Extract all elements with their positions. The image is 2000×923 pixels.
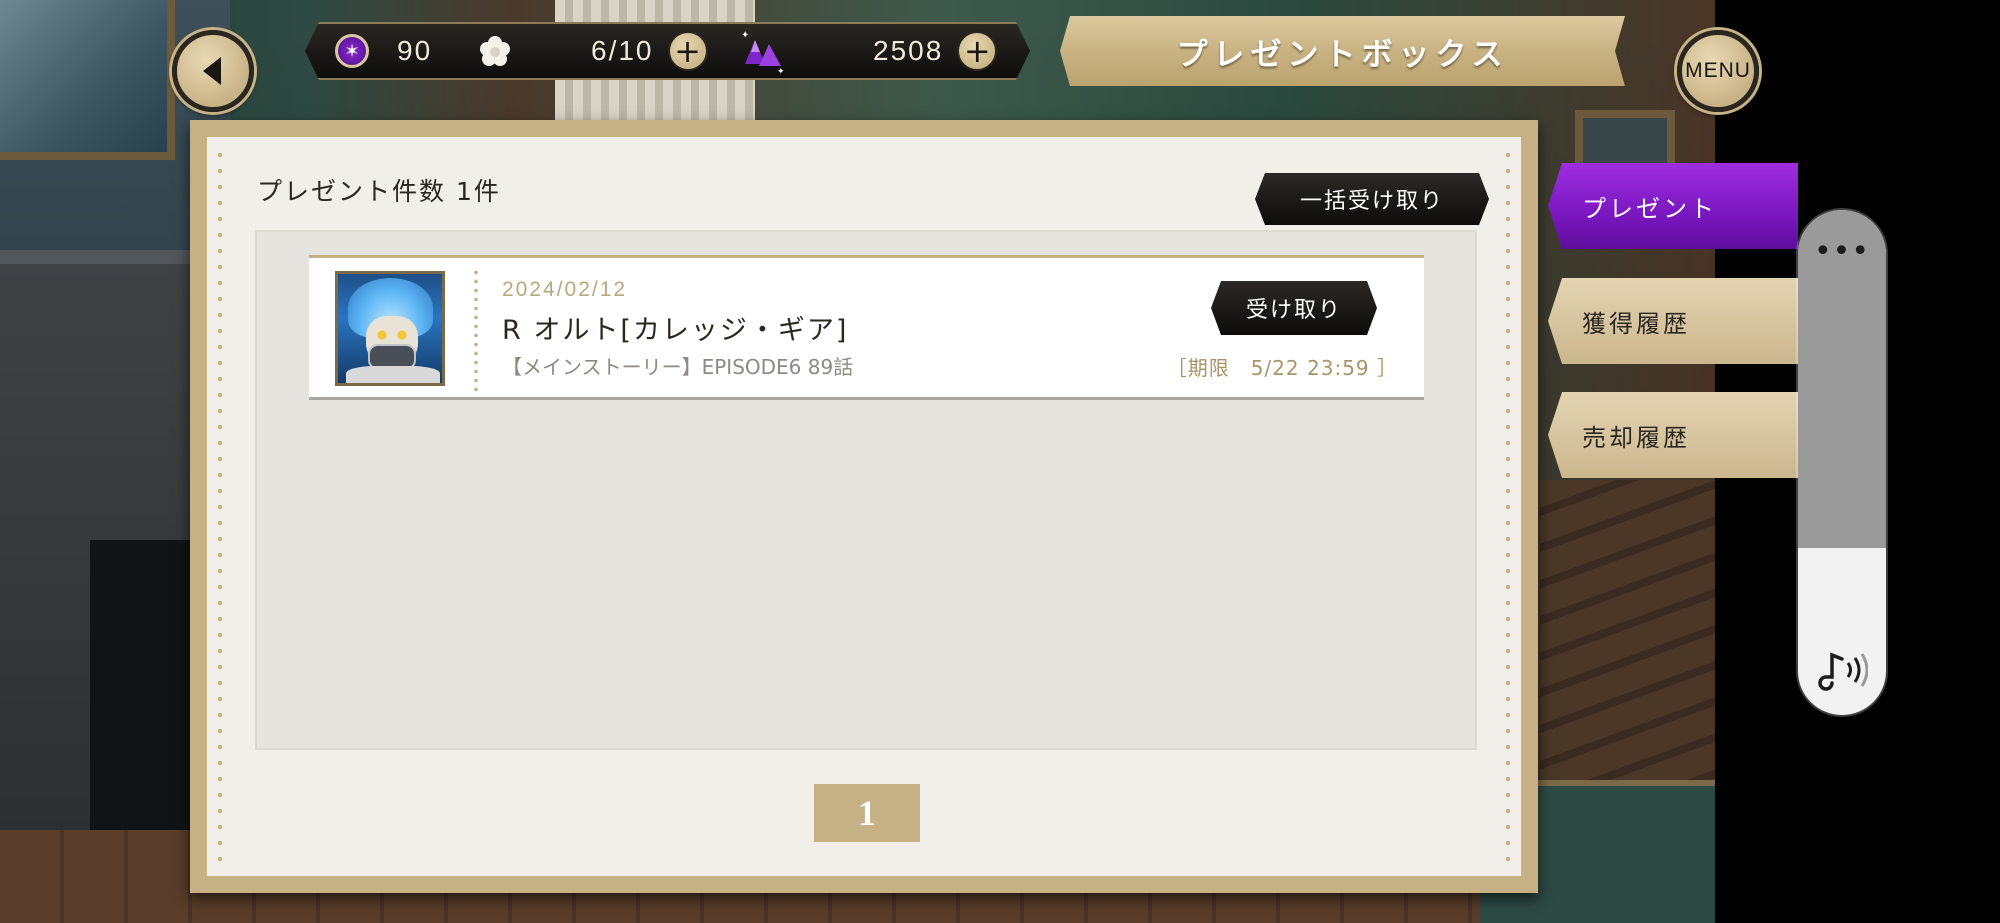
gem-icon: ✶ (335, 34, 369, 68)
present-date: 2024/02/12 (502, 278, 628, 301)
scene-fireplace-opening (90, 540, 200, 870)
bulk-receive-button[interactable]: 一括受け取り (1255, 173, 1489, 225)
svg-text:✦: ✦ (741, 30, 749, 41)
page-title: プレゼントボックス (1176, 36, 1509, 73)
crystal-plus-button[interactable]: + (957, 31, 997, 71)
present-list: 2024/02/12 R オルト[カレッジ・ギア] 【メインストーリー】EPIS… (255, 230, 1477, 750)
page-title-banner: プレゼントボックス (1060, 16, 1625, 86)
row-divider (474, 268, 478, 392)
crystal-value: 2508 (873, 35, 944, 66)
music-note-sound-icon (1818, 652, 1868, 691)
volume-slider[interactable]: ••• (1798, 210, 1886, 715)
present-row: 2024/02/12 R オルト[カレッジ・ギア] 【メインストーリー】EPIS… (309, 255, 1424, 400)
scene-painting (0, 0, 175, 160)
resource-bar: ✶ 90 6/10 + ✦ ✦ 2508 + (305, 22, 1030, 80)
present-name: R オルト[カレッジ・ギア] (502, 315, 849, 346)
present-panel-inner: プレゼント件数 1件 一括受け取り 2024/02/12 R オルト[カレッジ・… (204, 134, 1524, 879)
stamina-plus-button[interactable]: + (668, 31, 708, 71)
flower-icon (477, 33, 513, 69)
dotted-border-left (217, 147, 223, 866)
gem-value: 90 (397, 35, 433, 66)
page-number[interactable]: 1 (814, 784, 920, 842)
menu-button[interactable]: MENU (1677, 30, 1759, 112)
receive-button[interactable]: 受け取り (1211, 281, 1377, 335)
character-avatar (335, 271, 445, 386)
gem-counter: ✶ 90 (335, 24, 432, 78)
back-button[interactable] (172, 30, 254, 112)
present-count-label: プレゼント件数 1件 (257, 177, 501, 206)
present-deadline: ［期限 5/22 23:59 ］ (1166, 356, 1398, 380)
dotted-border-right (1505, 147, 1511, 866)
svg-text:✦: ✦ (777, 67, 785, 74)
volume-more-button[interactable]: ••• (1798, 237, 1886, 267)
crystal-icon: ✦ ✦ (737, 28, 791, 74)
tab-present[interactable]: プレゼント (1548, 163, 1798, 249)
stamina-counter: 6/10 + (477, 24, 708, 78)
back-arrow-icon (203, 57, 221, 85)
stamina-value: 6/10 (591, 35, 654, 66)
tab-sale-history[interactable]: 売却履歴 (1548, 392, 1798, 478)
crystal-counter: ✦ ✦ 2508 + (737, 24, 997, 78)
present-source: 【メインストーリー】EPISODE6 89話 (502, 355, 854, 379)
scene-stairs (1540, 480, 1715, 780)
tab-acquisition-history[interactable]: 獲得履歴 (1548, 278, 1798, 364)
present-panel: プレゼント件数 1件 一括受け取り 2024/02/12 R オルト[カレッジ・… (190, 120, 1538, 893)
